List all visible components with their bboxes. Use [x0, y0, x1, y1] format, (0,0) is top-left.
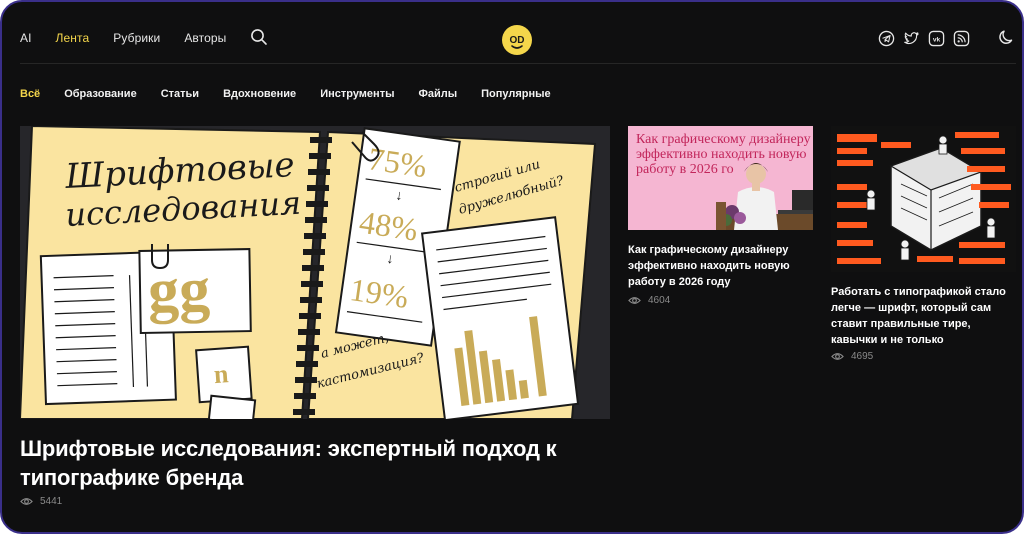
card1-views-count: 4604	[648, 295, 671, 306]
moon-icon[interactable]	[998, 28, 1016, 46]
vk-icon[interactable]: vk	[928, 30, 945, 47]
app-frame: AI Лента Рубрики Авторы OD vk Всё Образо…	[0, 0, 1024, 534]
hero-image-glyphs: gg	[147, 256, 210, 325]
main-nav: AI Лента Рубрики Авторы	[20, 28, 268, 46]
svg-text:vk: vk	[933, 36, 941, 43]
card2-image[interactable]	[831, 126, 1016, 272]
card1-title[interactable]: Как графическому дизайнеру эффективно на…	[628, 242, 808, 290]
tab-inspiration[interactable]: Вдохновение	[223, 88, 296, 100]
hero-views: 5441	[20, 495, 62, 508]
card2-views: 4695	[831, 350, 873, 363]
logo-text: OD	[510, 35, 525, 46]
card1-views: 4604	[628, 294, 670, 307]
hero-views-count: 5441	[40, 496, 63, 507]
social-links: vk	[878, 30, 970, 47]
nav-feed[interactable]: Лента	[56, 31, 90, 45]
tab-files[interactable]: Файлы	[418, 88, 457, 100]
eye-icon	[20, 498, 33, 505]
rss-icon[interactable]	[953, 30, 970, 47]
tab-all[interactable]: Всё	[20, 88, 40, 100]
telegram-icon[interactable]	[878, 30, 895, 47]
card2-illustration	[831, 126, 1016, 272]
site-logo[interactable]: OD	[501, 24, 533, 56]
hero-image-glyph-small: n	[213, 359, 230, 389]
nav-authors[interactable]: Авторы	[184, 31, 226, 45]
card2-title[interactable]: Работать с типографикой стало легче — шр…	[831, 284, 1011, 348]
card1-image[interactable]: Как графическому дизайнеру эффективно на…	[628, 126, 813, 230]
header-divider	[20, 63, 1016, 64]
nav-ai[interactable]: AI	[20, 31, 32, 45]
tab-articles[interactable]: Статьи	[161, 88, 199, 100]
card2-views-count: 4695	[851, 351, 874, 362]
hero-title[interactable]: Шрифтовые исследования: экспертный подхо…	[20, 434, 610, 492]
nav-rubrics[interactable]: Рубрики	[113, 31, 160, 45]
category-tabs: Всё Образование Статьи Вдохновение Инстр…	[20, 88, 551, 100]
tab-tools[interactable]: Инструменты	[320, 88, 394, 100]
site-header: AI Лента Рубрики Авторы OD vk	[2, 2, 1022, 64]
eye-icon	[628, 297, 641, 304]
search-icon[interactable]	[250, 28, 268, 46]
hero-image[interactable]: Шрифтовые исследования gg n 75% ↓ 48% ↓ …	[20, 126, 610, 419]
twitter-icon[interactable]	[903, 30, 920, 47]
eye-icon	[831, 353, 844, 360]
tab-popular[interactable]: Популярные	[481, 88, 551, 100]
card1-illustration	[716, 163, 813, 230]
tab-education[interactable]: Образование	[64, 88, 137, 100]
hero-illustration: Шрифтовые исследования gg n 75% ↓ 48% ↓ …	[20, 126, 610, 419]
